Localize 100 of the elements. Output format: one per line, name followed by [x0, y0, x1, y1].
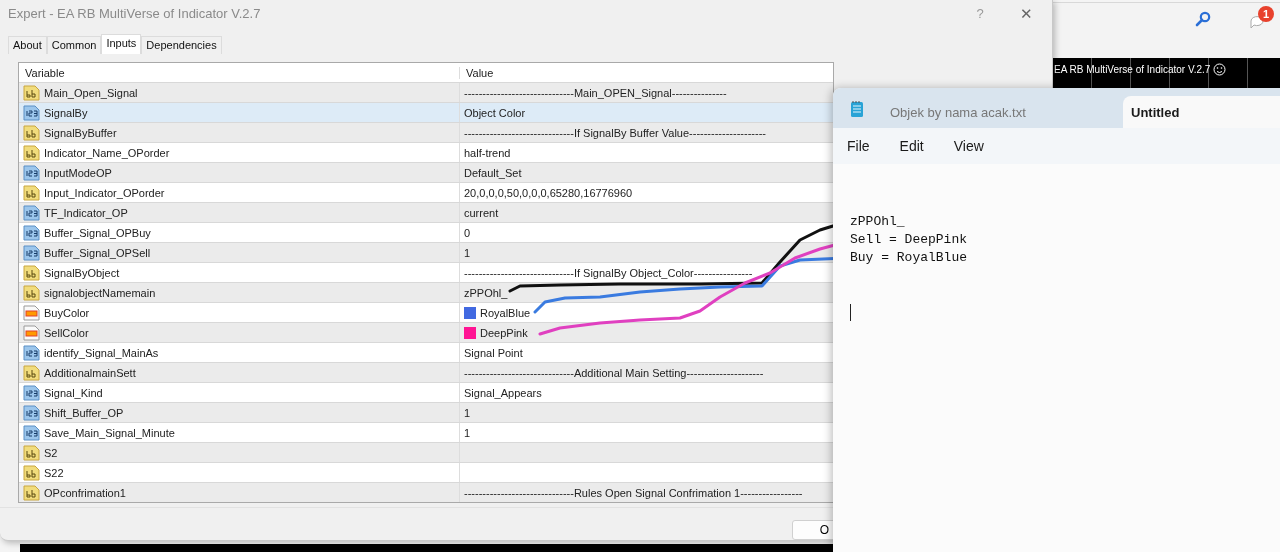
value-text: Object Color [464, 106, 526, 119]
color-value: RoyalBlue [480, 306, 531, 319]
number-type-icon [23, 384, 40, 401]
menu-item[interactable]: File [847, 138, 870, 154]
table-row[interactable]: TF_Indicator_OP current [19, 202, 833, 222]
text-line: zPPOhl_ [850, 213, 906, 231]
table-row[interactable]: S22 [19, 462, 833, 482]
value-text: 1 [464, 406, 471, 419]
table-row[interactable]: identify_Signal_MainAs Signal Point [19, 342, 833, 362]
text-type-icon [23, 284, 40, 301]
number-type-icon [23, 344, 40, 361]
chat-icon[interactable] [1250, 15, 1264, 29]
value-text: 20,0,0,0,50,0,0,0,65280,16776960 [464, 186, 633, 199]
number-type-icon [23, 244, 40, 261]
variable-name: TF_Indicator_OP [44, 206, 128, 219]
table-row[interactable]: Buffer_Signal_OPBuy 0 [19, 222, 833, 242]
color-value: DeepPink [480, 326, 528, 339]
menu-item[interactable]: Edit [899, 138, 924, 154]
color-type-icon [23, 324, 40, 341]
table-row[interactable]: SignalBy Object Color [19, 102, 833, 122]
text-type-icon [23, 144, 40, 161]
variable-name: Save_Main_Signal_Minute [44, 426, 175, 439]
text-type-icon [23, 464, 40, 481]
variable-name: Indicator_Name_OPorder [44, 146, 170, 159]
table-row[interactable]: Main_Open_Signal ------------------------------Main_OPEN_Signal--------------- [19, 82, 833, 102]
table-row[interactable]: Buffer_Signal_OPSell 1 [19, 242, 833, 262]
table-row[interactable]: OPconfrimation1 ------------------------------Rules Open Signal Confrimation 1----------------- [19, 482, 833, 502]
variable-name: Main_Open_Signal [44, 86, 138, 99]
variable-name: Buffer_Signal_OPBuy [44, 226, 151, 239]
notepad-icon [850, 100, 864, 118]
number-type-icon [23, 404, 40, 421]
number-type-icon [23, 204, 40, 221]
tab[interactable]: Inputs [101, 34, 142, 54]
document-tab[interactable]: Untitled [1123, 96, 1280, 128]
table-row[interactable]: BuyColor RoyalBlue [19, 302, 833, 322]
tab[interactable]: Dependencies [141, 36, 222, 54]
variable-name: S22 [44, 466, 64, 479]
table-row[interactable]: SignalByBuffer ------------------------------If SignalBy Buffer Value--------------------- [19, 122, 833, 142]
variable-name: AdditionalmainSett [44, 366, 136, 379]
value-text: 1 [464, 426, 471, 439]
text-line: Buy = RoyalBlue [850, 249, 969, 267]
tab[interactable]: About [8, 36, 47, 54]
tab[interactable]: Common [46, 36, 102, 54]
variable-name: Signal_Kind [44, 386, 103, 399]
table-row[interactable]: Shift_Buffer_OP 1 [19, 402, 833, 422]
text-type-icon [23, 184, 40, 201]
notification-badge: 1 [1258, 6, 1274, 22]
table-row[interactable]: Indicator_Name_OPorder half-trend [19, 142, 833, 162]
number-type-icon [23, 224, 40, 241]
text-line: Sell = DeepPink [850, 231, 969, 249]
text-type-icon [23, 484, 40, 501]
table-row[interactable]: AdditionalmainSett ------------------------------Additional Main Setting--------------------- [19, 362, 833, 382]
table-row[interactable]: Signal_Kind Signal_Appears [19, 382, 833, 402]
variable-name: SignalBy [44, 106, 88, 119]
value-text: current [464, 206, 499, 219]
variable-name: Input_Indicator_OPorder [44, 186, 165, 199]
table-row[interactable]: signalobjectNamemain zPPOhl_ [19, 282, 833, 302]
text-type-icon [23, 444, 40, 461]
column-header[interactable]: Variable [19, 66, 459, 79]
text-type-icon [23, 364, 40, 381]
value-text: 0 [464, 226, 471, 239]
table-row[interactable]: Input_Indicator_OPorder 20,0,0,0,50,0,0,0,65280,16776960 [19, 182, 833, 202]
number-type-icon [23, 164, 40, 181]
variable-name: SellColor [44, 326, 89, 339]
text-type-icon [23, 264, 40, 281]
close-button[interactable]: ✕ [1003, 4, 1049, 23]
value-text: Default_Set [464, 166, 522, 179]
value-text: ------------------------------Main_OPEN_Signal--------------- [464, 86, 727, 99]
table-row[interactable]: SellColor DeepPink [19, 322, 833, 342]
text-type-icon [23, 124, 40, 141]
value-text: ------------------------------If SignalBy Object_Color---------------- [464, 266, 753, 279]
variable-name: signalobjectNamemain [44, 286, 156, 299]
column-header[interactable]: Value [459, 66, 833, 79]
document-tab[interactable]: Objek by nama acak.txt [890, 96, 1123, 128]
smiley-icon [1213, 62, 1227, 76]
text-editor[interactable]: zPPOhl_ Sell = DeepPink Buy = RoyalBlue [833, 164, 1280, 552]
variable-name: S2 [44, 446, 58, 459]
text-type-icon [23, 84, 40, 101]
text-cursor [850, 304, 851, 321]
variable-name: BuyColor [44, 306, 90, 319]
table-row[interactable]: InputModeOP Default_Set [19, 162, 833, 182]
number-type-icon [23, 424, 40, 441]
number-type-icon [23, 104, 40, 121]
chart-label: EA RB MultiVerse of Indicator V.2.7 [1054, 63, 1211, 75]
variable-name: Buffer_Signal_OPSell [44, 246, 151, 259]
value-text: Signal_Appears [464, 386, 542, 399]
value-text: zPPOhl_ [464, 286, 508, 299]
color-type-icon [23, 304, 40, 321]
value-text: half-trend [464, 146, 511, 159]
table-row[interactable]: SignalByObject ------------------------------If SignalBy Object_Color---------------- [19, 262, 833, 282]
variable-name: InputModeOP [44, 166, 112, 179]
value-text: ------------------------------Rules Open Signal Confrimation 1----------------- [464, 486, 803, 499]
window-title: Expert - EA RB MultiVerse of Indicator V.2.7 [8, 6, 262, 21]
variable-name: Shift_Buffer_OP [44, 406, 124, 419]
variable-name: SignalByBuffer [44, 126, 117, 139]
table-row[interactable]: S2 [19, 442, 833, 462]
search-icon[interactable] [1195, 11, 1211, 27]
value-text: ------------------------------Additional Main Setting--------------------- [464, 366, 764, 379]
menu-item[interactable]: View [953, 138, 984, 154]
table-row[interactable]: Save_Main_Signal_Minute 1 [19, 422, 833, 442]
